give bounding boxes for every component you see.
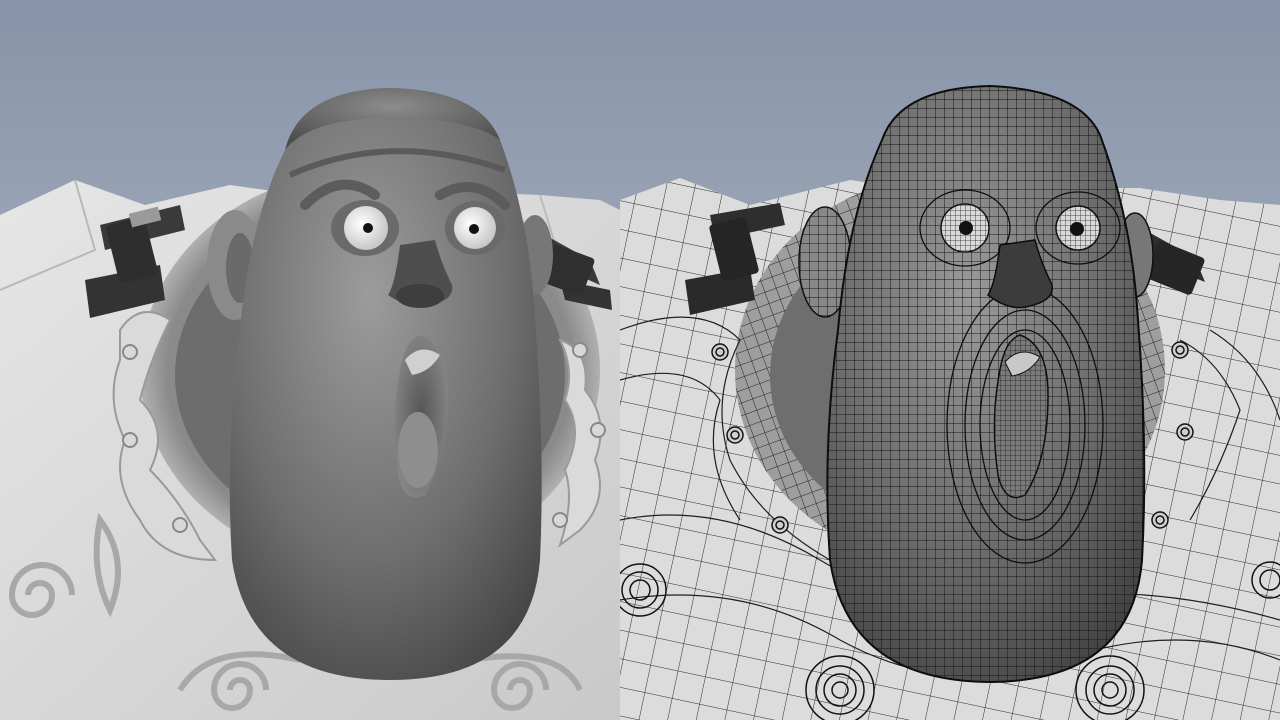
render-stage	[0, 0, 1280, 720]
left-eye	[940, 203, 990, 253]
wireframe-viewport	[620, 0, 1280, 720]
wireframe-render	[620, 0, 1280, 720]
left-eye	[331, 200, 399, 256]
smooth-shaded-render	[0, 0, 620, 720]
right-eye	[1055, 205, 1101, 251]
head-wireframe	[826, 84, 1146, 684]
right-eye	[445, 201, 505, 255]
smooth-shaded-viewport	[0, 0, 620, 720]
head	[229, 88, 542, 680]
